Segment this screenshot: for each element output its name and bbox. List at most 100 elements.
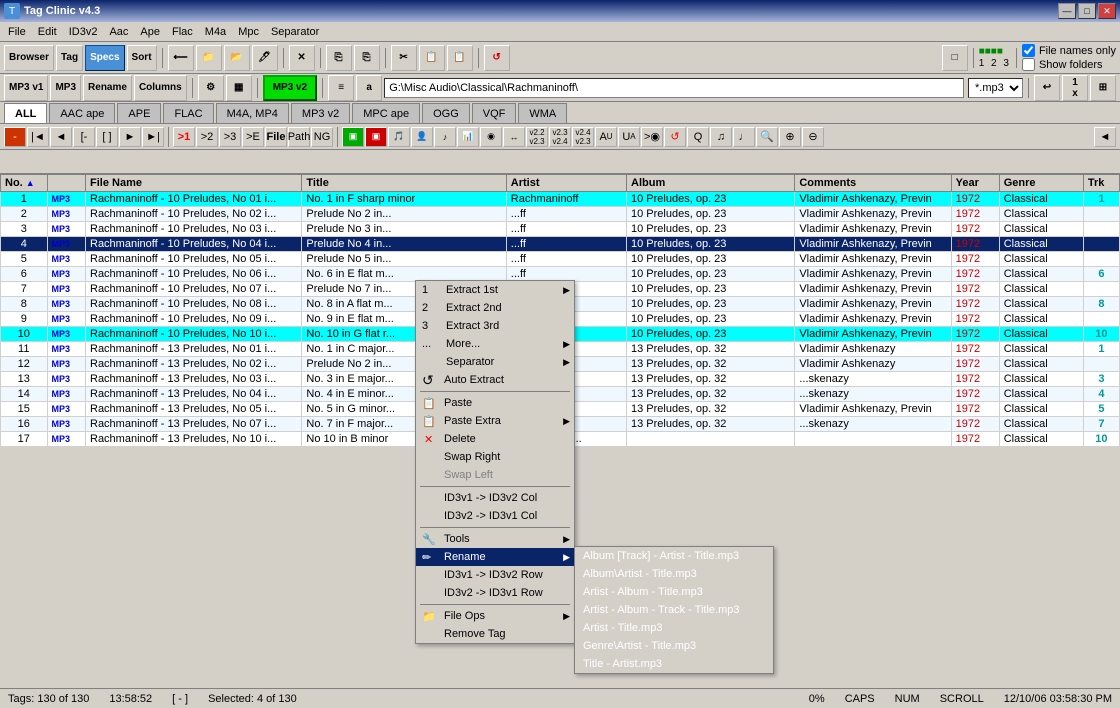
icon-arrows[interactable]: ↔ [503, 127, 525, 147]
gear-btn[interactable]: ⚙ [198, 75, 224, 101]
rename-option-7[interactable]: Title - Artist.mp3 [575, 655, 773, 673]
menu-ape[interactable]: Ape [134, 24, 166, 40]
tab-wma[interactable]: WMA [518, 103, 567, 123]
tag-tab[interactable]: Tag [56, 45, 83, 71]
header-comments[interactable]: Comments [795, 175, 951, 192]
toolbar-paste-btn[interactable]: 📋 [419, 45, 445, 71]
close-button[interactable]: ✕ [1098, 3, 1116, 19]
mp3v2-btn[interactable]: MP3 v2 [263, 75, 317, 101]
table-row[interactable]: 2 MP3 Rachmaninoff - 10 Preludes, No 02 … [1, 207, 1120, 222]
a-btn[interactable]: a [356, 75, 382, 101]
toolbar-cut-btn[interactable]: ✂ [391, 45, 417, 71]
icon-note[interactable]: ♫ [710, 127, 732, 147]
table-row[interactable]: 4 MP3 Rachmaninoff - 10 Preludes, No 04 … [1, 237, 1120, 252]
toolbar-eyedrop-btn[interactable]: 🖊 [252, 45, 278, 71]
icon-v24[interactable]: v2.4v2.3 [572, 127, 594, 147]
menu-mpc[interactable]: Mpc [232, 24, 265, 40]
icon-v23[interactable]: v2.3v2.4 [549, 127, 571, 147]
sort-tab[interactable]: Sort [127, 45, 157, 71]
rename-tab[interactable]: Rename [83, 75, 132, 101]
specs-tab[interactable]: Specs [85, 45, 124, 71]
icon-red[interactable]: ▣ [365, 127, 387, 147]
extension-select[interactable]: *.mp3 [968, 78, 1023, 98]
ctx-separator-item[interactable]: Separator ▶ [416, 353, 574, 371]
icon-left2[interactable]: ◄ [50, 127, 72, 147]
tab-m4a-mp4[interactable]: M4A, MP4 [216, 103, 289, 123]
show-folders-checkbox[interactable] [1022, 58, 1035, 71]
ctx-delete[interactable]: ✕ Delete [416, 430, 574, 448]
header-filename[interactable]: File Name [86, 175, 302, 192]
rename-option-2[interactable]: Album\Artist - Title.mp3 [575, 565, 773, 583]
minimize-button[interactable]: — [1058, 3, 1076, 19]
menu-id3v2[interactable]: ID3v2 [63, 24, 104, 40]
mp3v1-tab[interactable]: MP3 v1 [4, 75, 48, 101]
icon-right[interactable]: ► [119, 127, 141, 147]
header-type[interactable] [47, 175, 85, 192]
icon-go2[interactable]: >2 [196, 127, 218, 147]
icon-go1[interactable]: >1 [173, 127, 195, 147]
icon-minus2[interactable]: [- [73, 127, 95, 147]
icon-file[interactable]: File [265, 127, 287, 147]
icon-ng[interactable]: NG [311, 127, 333, 147]
icon-zoomin[interactable]: ⊕ [779, 127, 801, 147]
icon-v22[interactable]: v2.2v2.3 [526, 127, 548, 147]
rename-option-4[interactable]: Artist - Album - Track - Title.mp3 [575, 601, 773, 619]
ctx-tools[interactable]: 🔧 Tools ▶ [416, 530, 574, 548]
icon-q[interactable]: Q [687, 127, 709, 147]
path-input[interactable] [384, 78, 964, 98]
ctx-remove-tag[interactable]: Remove Tag [416, 625, 574, 643]
menu-file[interactable]: File [2, 24, 32, 40]
toolbar-paste2-btn[interactable]: 📋 [447, 45, 473, 71]
tab-vqf[interactable]: VQF [472, 103, 517, 123]
icon-reload[interactable]: ↺ [664, 127, 686, 147]
icon-person[interactable]: 👤 [411, 127, 433, 147]
menu-m4a[interactable]: M4a [199, 24, 232, 40]
ctx-extract-2nd[interactable]: 2 Extract 2nd [416, 299, 574, 317]
icon-zoomout[interactable]: ⊖ [802, 127, 824, 147]
tab-all[interactable]: ALL [4, 103, 47, 123]
file-names-only-checkbox[interactable] [1022, 44, 1035, 57]
menu-edit[interactable]: Edit [32, 24, 63, 40]
icon-arrows2[interactable]: >◉ [641, 127, 663, 147]
header-no[interactable]: No. ▲ [1, 175, 48, 192]
undo-btn[interactable]: ↩ [1034, 75, 1060, 101]
icon-left[interactable]: |◄ [27, 127, 49, 147]
rename-option-5[interactable]: Artist - Title.mp3 [575, 619, 773, 637]
icon-go3[interactable]: >3 [219, 127, 241, 147]
header-year[interactable]: Year [951, 175, 999, 192]
menu-aac[interactable]: Aac [103, 24, 134, 40]
toolbar-folder-btn[interactable]: 📁 [196, 45, 222, 71]
toolbar-folder-out-btn[interactable]: □ [942, 45, 968, 71]
icon-au[interactable]: AU [595, 127, 617, 147]
icon-tag1[interactable]: 🎵 [388, 127, 410, 147]
rename-option-6[interactable]: Genre\Artist - Title.mp3 [575, 637, 773, 655]
ctx-id3v2-to-id3v1-col[interactable]: ID3v2 -> ID3v1 Col [416, 507, 574, 525]
ctx-paste[interactable]: 📋 Paste [416, 394, 574, 412]
toolbar-foldero-btn[interactable]: 📂 [224, 45, 250, 71]
icon-magnify[interactable]: 🔍 [756, 127, 778, 147]
header-trk[interactable]: Trk [1083, 175, 1119, 192]
icon-ua[interactable]: UA [618, 127, 640, 147]
toolbar-refresh-btn[interactable]: ↺ [484, 45, 510, 71]
rename-option-1[interactable]: Album [Track] - Artist - Title.mp3 [575, 547, 773, 565]
num-display-btn[interactable]: 1x [1062, 75, 1088, 101]
icon-chart[interactable]: 📊 [457, 127, 479, 147]
tab-ogg[interactable]: OGG [422, 103, 470, 123]
icon-minus[interactable]: - [4, 127, 26, 147]
barcode-btn[interactable]: ▦ [226, 75, 252, 101]
ctx-paste-extra[interactable]: 📋 Paste Extra ▶ [416, 412, 574, 430]
toolbar-arrow-btn[interactable]: ⟵ [168, 45, 194, 71]
icon-prev[interactable]: ◄ [1094, 127, 1116, 147]
tab-mp3v2[interactable]: MP3 v2 [291, 103, 350, 123]
tab-flac[interactable]: FLAC [163, 103, 213, 123]
tab-ape[interactable]: APE [117, 103, 161, 123]
ctx-file-ops[interactable]: 📁 File Ops ▶ [416, 607, 574, 625]
icon-note2[interactable]: ♩ [733, 127, 755, 147]
table-row[interactable]: 3 MP3 Rachmaninoff - 10 Preludes, No 03 … [1, 222, 1120, 237]
icon-goe[interactable]: >E [242, 127, 264, 147]
maximize-button[interactable]: □ [1078, 3, 1096, 19]
ctx-extract-3rd[interactable]: 3 Extract 3rd [416, 317, 574, 335]
icon-circle[interactable]: ◉ [480, 127, 502, 147]
toolbar-copy2-btn[interactable]: ⎘ [354, 45, 380, 71]
menu-separator[interactable]: Separator [265, 24, 325, 40]
